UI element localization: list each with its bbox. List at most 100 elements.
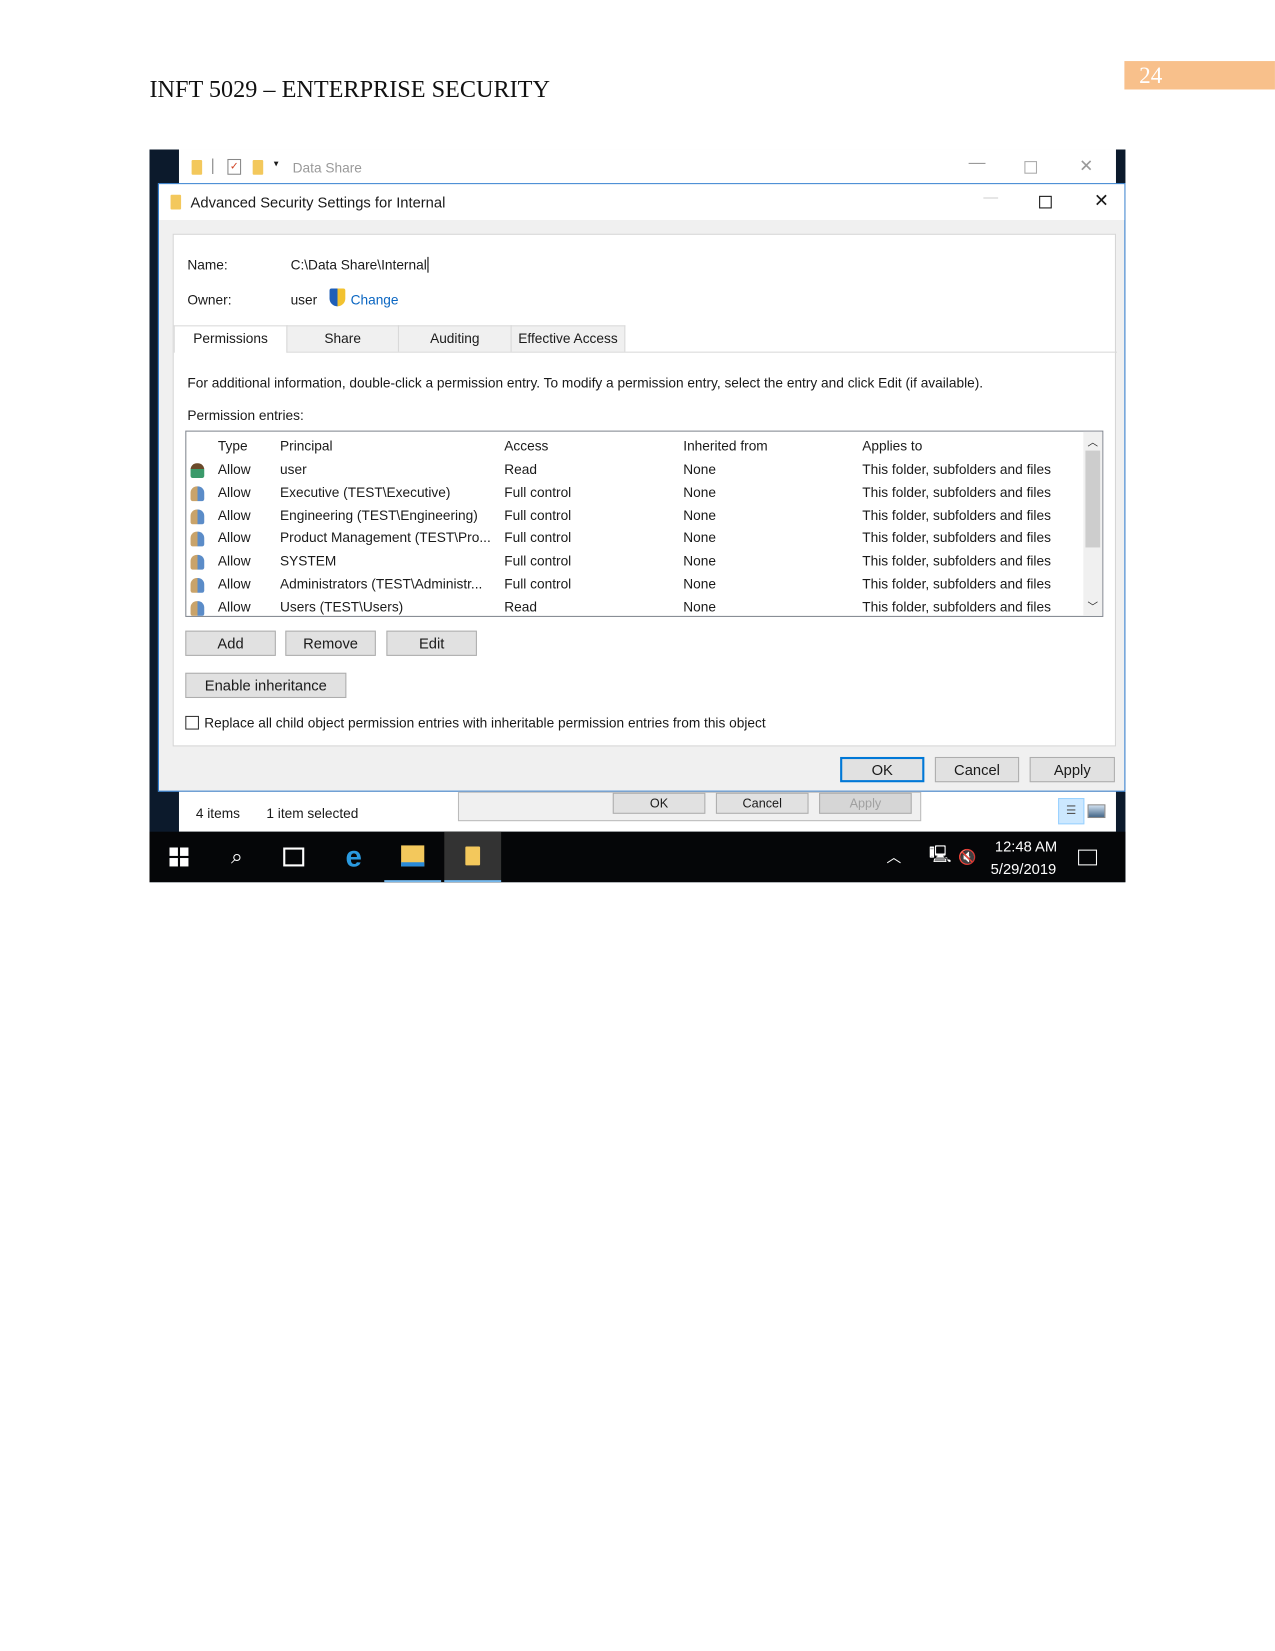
cancel-button[interactable]: Cancel — [934, 756, 1020, 783]
group-icon — [190, 532, 205, 547]
task-view-icon[interactable] — [265, 832, 322, 883]
volume-muted-icon[interactable]: 🔇 — [956, 832, 979, 883]
explorer-status-bar: 4 items 1 item selected OK Cancel Apply … — [178, 791, 1116, 832]
scroll-up-icon[interactable]: ︿ — [1088, 433, 1099, 449]
edit-button[interactable]: Edit — [386, 630, 477, 656]
clock-time[interactable]: 12:48 AM — [995, 838, 1057, 855]
cell-inherited: None — [683, 552, 716, 569]
uac-shield-icon — [329, 288, 346, 307]
permission-entries-list[interactable]: Type Principal Access Inherited from App… — [185, 430, 1104, 617]
background-cancel-button[interactable]: Cancel — [715, 792, 809, 814]
group-icon — [190, 600, 205, 616]
scrollbar-thumb[interactable] — [1085, 450, 1101, 548]
column-header-inherited-from[interactable]: Inherited from — [683, 438, 767, 454]
scroll-down-icon[interactable]: ﹀ — [1088, 598, 1099, 614]
remove-button[interactable]: Remove — [285, 630, 376, 656]
column-header-access[interactable]: Access — [504, 438, 548, 454]
clock-date[interactable]: 5/29/2019 — [991, 860, 1057, 877]
cell-access: Read — [504, 461, 538, 477]
ok-button[interactable]: OK — [840, 756, 925, 783]
list-scrollbar[interactable]: ︿ ﹀ — [1083, 431, 1103, 616]
cell-access: Full control — [504, 484, 572, 500]
details-view-icon[interactable]: ☰ — [1058, 798, 1085, 825]
start-windows-icon[interactable] — [151, 832, 208, 883]
tab-auditing[interactable]: Auditing — [397, 325, 512, 352]
permission-entry-row[interactable]: Allow Product Management (TEST\Pro... Full… — [186, 530, 1083, 551]
close-icon[interactable]: ✕ — [1094, 191, 1109, 212]
cell-type: Allow — [217, 461, 251, 477]
folder-icon — [191, 160, 203, 175]
network-icon[interactable]: 🖳 — [929, 832, 952, 883]
permission-entry-row[interactable]: Allow Executive (TEST\Executive) Full cont… — [186, 484, 1083, 505]
permission-entries-label: Permission entries: — [187, 407, 304, 424]
permission-entry-row[interactable]: Allow Administrators (TEST\Administr... Fu… — [186, 576, 1083, 597]
permission-entry-row[interactable]: Allow Users (TEST\Users) Read None This fold… — [186, 598, 1083, 616]
cell-type: Allow — [217, 575, 251, 592]
apply-button[interactable]: Apply — [1029, 756, 1115, 783]
cell-applies: This folder, subfolders and files — [862, 484, 1051, 500]
permission-entry-row[interactable]: Allow SYSTEM Full control None This folder, … — [186, 553, 1083, 574]
close-icon[interactable]: ✕ — [1079, 156, 1093, 177]
cell-applies: This folder, subfolders and files — [862, 507, 1051, 523]
large-icons-view-icon[interactable] — [1087, 804, 1106, 819]
change-owner-link[interactable]: Change — [351, 292, 399, 308]
replace-child-permissions-label: Replace all child object permission entr… — [204, 714, 766, 731]
name-field[interactable]: C:\Data Share\Internal — [291, 256, 429, 273]
cell-applies: This folder, subfolders and files — [862, 575, 1051, 592]
tab-permissions[interactable]: Permissions — [173, 325, 288, 353]
cell-applies: This folder, subfolders and files — [862, 529, 1051, 546]
background-ok-button[interactable]: OK — [612, 792, 706, 814]
cell-principal: Executive (TEST\Executive) — [280, 484, 451, 500]
background-dialog-buttons: OK Cancel Apply — [457, 791, 922, 822]
cell-principal: Engineering (TEST\Engineering) — [280, 507, 478, 523]
cell-principal: SYSTEM — [280, 552, 337, 569]
cell-principal: Administrators (TEST\Administr... — [280, 575, 483, 592]
tab-share[interactable]: Share — [286, 325, 400, 352]
add-button[interactable]: Add — [185, 630, 276, 656]
owner-label: Owner: — [187, 291, 232, 308]
advanced-security-dialog: Advanced Security Settings for Internal … — [157, 183, 1126, 792]
cell-inherited: None — [683, 529, 716, 546]
show-hidden-icons-chevron[interactable]: ︿ — [883, 832, 904, 883]
column-header-type[interactable]: Type — [218, 438, 248, 454]
minimize-icon[interactable]: — — [969, 154, 986, 173]
cell-access: Full control — [504, 575, 572, 592]
group-icon — [190, 555, 205, 570]
replace-child-permissions-checkbox[interactable] — [185, 715, 199, 730]
explorer-title: Data Share — [292, 160, 362, 176]
permission-entry-row[interactable]: Allow user Read None This folder, subfolders… — [186, 461, 1083, 482]
properties-icon[interactable]: ✓ — [227, 158, 242, 175]
active-folder-window-icon[interactable] — [444, 831, 502, 883]
permission-entry-row[interactable]: Allow Engineering (TEST\Engineering) Full … — [186, 507, 1083, 528]
maximize-icon[interactable] — [1024, 161, 1038, 174]
cell-applies: This folder, subfolders and files — [862, 552, 1051, 569]
cell-principal: user — [280, 461, 307, 477]
column-header-principal[interactable]: Principal — [280, 438, 332, 454]
folder-icon — [170, 194, 182, 210]
cell-type: Allow — [217, 484, 251, 500]
internet-explorer-icon[interactable]: e — [325, 832, 382, 883]
document-header: INFT 5029 – ENTERPRISE SECURITY — [149, 75, 550, 103]
file-explorer-icon[interactable] — [384, 832, 442, 883]
cell-type: Allow — [217, 598, 251, 615]
cell-inherited: None — [683, 507, 716, 523]
tab-effective-access[interactable]: Effective Access — [510, 325, 626, 352]
background-apply-button: Apply — [819, 792, 912, 814]
qat-dropdown-icon[interactable]: ▾ — [274, 158, 279, 170]
action-center-icon[interactable] — [1074, 832, 1101, 883]
enable-inheritance-button[interactable]: Enable inheritance — [185, 672, 347, 699]
search-icon[interactable]: ⌕ — [208, 832, 265, 883]
cell-principal: Product Management (TEST\Pro... — [280, 529, 491, 546]
new-folder-icon[interactable] — [252, 160, 264, 175]
screenshot: | ✓ ▾ Data Share — ✕ Advanced Security S… — [149, 149, 1126, 883]
cell-inherited: None — [683, 598, 716, 615]
taskbar: ⌕ e ︿ 🖳 🔇 12:48 AM 5/29/2019 — [149, 831, 1126, 883]
group-icon — [190, 486, 205, 501]
cell-principal: Users (TEST\Users) — [280, 598, 404, 615]
column-header-applies-to[interactable]: Applies to — [862, 438, 922, 454]
group-icon — [190, 577, 205, 593]
maximize-icon[interactable] — [1039, 195, 1052, 209]
info-text: For additional information, double-click… — [187, 374, 984, 391]
cell-access: Read — [504, 598, 538, 615]
dialog-title-bar: Advanced Security Settings for Internal … — [158, 184, 1125, 221]
